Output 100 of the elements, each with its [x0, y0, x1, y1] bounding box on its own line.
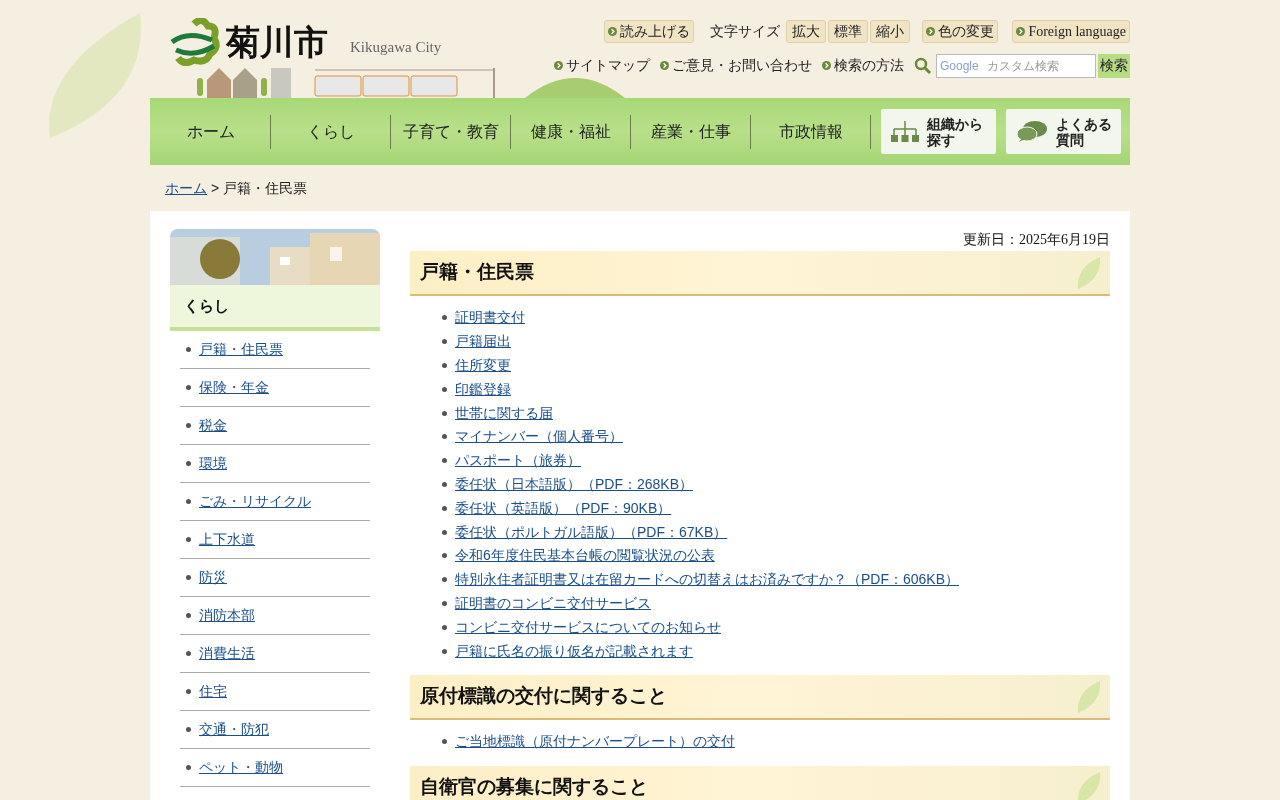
sidebar-link[interactable]: 上下水道: [199, 529, 255, 550]
arrow-icon: [608, 27, 618, 36]
nav-link[interactable]: 産業・仕事: [631, 114, 751, 149]
font-size-label: 文字サイズ: [710, 22, 781, 41]
nav-link[interactable]: くらし: [271, 114, 391, 149]
header-link[interactable]: サイトマップ: [554, 55, 650, 76]
content-link[interactable]: コンビニ交付サービスについてのお知らせ: [455, 616, 721, 638]
font-size-button[interactable]: 縮小: [870, 20, 911, 43]
bullet-icon: [186, 765, 191, 770]
bullet-icon: [442, 481, 447, 487]
sidebar-link[interactable]: 交通・防犯: [199, 719, 269, 740]
sidebar-link[interactable]: 保険・年金: [199, 377, 269, 398]
bullet-icon: [442, 577, 447, 583]
logo-icon: [168, 18, 220, 66]
content-link[interactable]: 委任状（英語版）（PDF：90KB）: [455, 497, 672, 519]
speech-bubbles-icon: [1016, 119, 1048, 144]
bullet-icon: [186, 651, 191, 656]
logo-subtitle: Kikugawa City: [350, 37, 442, 57]
bullet-icon: [186, 727, 191, 732]
bullet-icon: [442, 434, 447, 440]
sidebar-link[interactable]: 環境: [199, 453, 227, 474]
bullet-icon: [186, 385, 191, 390]
content-link[interactable]: 委任状（ポルトガル語版）（PDF：67KB）: [455, 521, 728, 543]
bullet-icon: [186, 689, 191, 694]
nav-button[interactable]: 組織から 探す: [881, 109, 996, 154]
content-link[interactable]: 戸籍に氏名の振り仮名が記載されます: [455, 640, 693, 662]
sidebar-link[interactable]: 税金: [199, 415, 227, 436]
section-heading: 戸籍・住民票: [410, 251, 1110, 296]
bullet-icon: [442, 553, 447, 559]
search-button[interactable]: 検索: [1098, 53, 1130, 78]
content-link[interactable]: 委任状（日本語版）（PDF：268KB）: [455, 473, 694, 495]
bullet-icon: [186, 537, 191, 542]
bullet-icon: [186, 613, 191, 618]
bullet-icon: [186, 575, 191, 580]
arrow-icon: [1016, 27, 1026, 36]
content-link[interactable]: 証明書交付: [455, 307, 525, 329]
nav-button[interactable]: よくある 質問: [1006, 109, 1121, 154]
sidebar-link[interactable]: 消防本部: [199, 605, 255, 626]
breadcrumb-separator: >: [211, 178, 220, 198]
search-brand: Google: [940, 58, 979, 75]
sidebar-link[interactable]: 戸籍・住民票: [199, 339, 283, 360]
sidebar-link[interactable]: 防災: [199, 567, 227, 588]
sidebar-title: くらし: [170, 285, 380, 331]
bullet-icon: [442, 529, 447, 535]
content-link[interactable]: マイナンバー（個人番号）: [455, 426, 623, 448]
content-link[interactable]: 印鑑登録: [455, 378, 511, 400]
bullet-icon: [442, 410, 447, 416]
tool-button[interactable]: 読み上げる: [604, 20, 695, 43]
breadcrumb-current: 戸籍・住民票: [223, 178, 308, 198]
bullet-icon: [442, 458, 447, 464]
content-link[interactable]: 令和6年度住民基本台帳の閲覧状況の公表: [455, 545, 715, 567]
bullet-icon: [186, 499, 191, 504]
content-link[interactable]: 世帯に関する届: [455, 402, 553, 424]
content-link[interactable]: 特別永住者証明書又は在留カードへの切替えはお済みですか？（PDF：606KB）: [455, 569, 960, 591]
search-icon: [914, 56, 932, 75]
bullet-icon: [442, 505, 447, 511]
content-link[interactable]: 戸籍届出: [455, 331, 511, 353]
update-date: 更新日：2025年6月19日: [962, 231, 1110, 249]
content-link[interactable]: 証明書のコンビニ交付サービス: [455, 592, 651, 614]
bullet-icon: [186, 461, 191, 466]
content-link[interactable]: 住所変更: [455, 355, 511, 376]
nav-button-label: 組織から: [927, 115, 983, 132]
tool-button[interactable]: Foreign language: [1012, 20, 1130, 43]
bullet-icon: [186, 423, 191, 428]
content-link[interactable]: パスポート（旅券）: [455, 450, 581, 472]
bullet-icon: [442, 315, 447, 321]
content-link[interactable]: ご当地標識（原付ナンバープレート）の交付: [455, 731, 735, 753]
sidebar-link[interactable]: 消費生活: [199, 643, 255, 664]
bullet-icon: [442, 363, 447, 368]
nav-link[interactable]: 市政情報: [751, 114, 871, 149]
arrow-icon: [660, 61, 669, 70]
font-size-button[interactable]: 拡大: [786, 20, 827, 43]
bullet-icon: [442, 600, 447, 606]
bullet-icon: [442, 386, 447, 392]
section-heading: 自衛官の募集に関すること: [410, 765, 1110, 800]
font-size-button[interactable]: 標準: [828, 20, 869, 43]
bullet-icon: [442, 739, 447, 745]
sidebar-link[interactable]: ごみ・リサイクル: [199, 491, 311, 512]
bullet-icon: [186, 347, 191, 352]
breadcrumb-link[interactable]: ホーム: [165, 177, 207, 199]
nav-button-label: よくある: [1056, 115, 1112, 132]
bullet-icon: [442, 624, 447, 630]
nav-link[interactable]: 子育て・教育: [391, 114, 511, 149]
arrow-icon: [926, 27, 936, 36]
nav-link[interactable]: ホーム: [151, 114, 271, 149]
bullet-icon: [442, 648, 447, 654]
header-link[interactable]: ご意見・お問い合わせ: [660, 55, 812, 76]
nav-link[interactable]: 健康・福祉: [511, 114, 631, 149]
sidebar-link[interactable]: ペット・動物: [199, 757, 283, 778]
header-link[interactable]: 検索の方法: [822, 55, 904, 76]
arrow-icon: [822, 61, 831, 70]
nav-button-label: 質問: [1056, 131, 1084, 148]
org-chart-icon: [891, 120, 919, 143]
section-heading: 原付標識の交付に関すること: [410, 674, 1110, 720]
tool-button[interactable]: 色の変更: [922, 20, 999, 43]
nav-button-label: 探す: [927, 131, 955, 148]
bullet-icon: [442, 339, 447, 345]
sidebar-link[interactable]: 住宅: [199, 681, 227, 702]
logo-text: 菊川市: [226, 25, 328, 59]
arrow-icon: [554, 61, 563, 70]
